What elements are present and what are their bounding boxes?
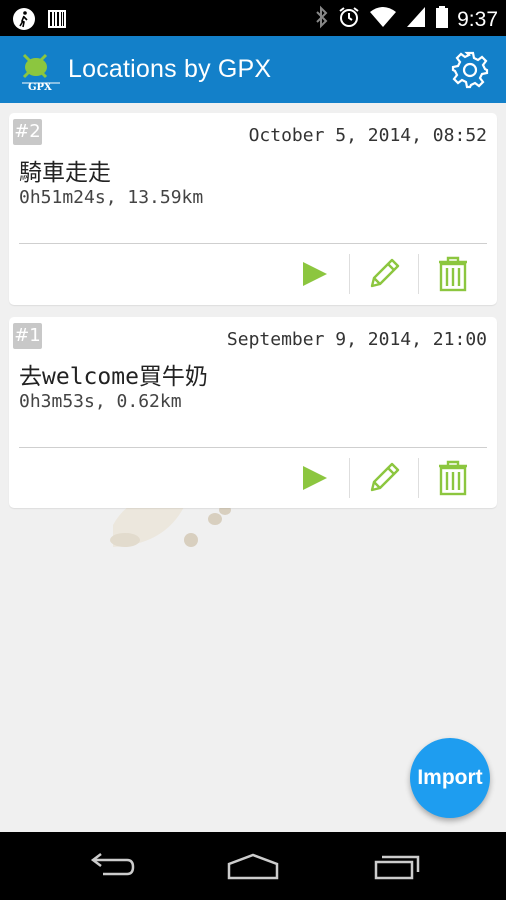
card-divider xyxy=(19,447,487,448)
play-button[interactable] xyxy=(281,456,349,500)
app-logo: GPX xyxy=(16,49,60,93)
track-number-badge: #2 xyxy=(13,119,42,145)
import-button[interactable]: Import xyxy=(410,738,490,818)
track-actions xyxy=(281,453,487,503)
track-card[interactable]: #1 September 9, 2014, 21:00 去welcome買牛奶 … xyxy=(9,317,497,508)
track-title: 去welcome買牛奶 xyxy=(19,364,208,390)
clock: 9:37 xyxy=(457,7,498,31)
play-button[interactable] xyxy=(281,252,349,296)
battery-icon xyxy=(435,5,449,34)
home-icon xyxy=(227,853,279,880)
track-date: October 5, 2014, 08:52 xyxy=(248,125,487,146)
play-icon xyxy=(303,466,327,490)
gear-icon xyxy=(451,51,489,89)
svg-text:GPX: GPX xyxy=(28,82,52,91)
back-icon xyxy=(90,853,135,876)
track-actions xyxy=(281,249,487,299)
play-icon xyxy=(303,262,327,286)
back-button[interactable] xyxy=(82,850,142,884)
pencil-icon xyxy=(370,462,400,492)
pencil-icon xyxy=(370,258,400,288)
card-divider xyxy=(19,243,487,244)
action-bar: GPX Locations by GPX xyxy=(0,36,506,103)
trash-icon xyxy=(439,256,467,292)
recents-button[interactable] xyxy=(365,850,425,884)
trash-icon xyxy=(439,460,467,496)
track-title: 騎車走走 xyxy=(19,160,111,186)
recents-icon xyxy=(374,855,420,880)
navigation-bar xyxy=(0,832,506,900)
track-date: September 9, 2014, 21:00 xyxy=(226,329,487,350)
edit-button[interactable] xyxy=(350,456,418,500)
track-card[interactable]: #2 October 5, 2014, 08:52 騎車走走 0h51m24s,… xyxy=(9,113,497,305)
walking-notification-icon xyxy=(12,7,36,36)
track-summary: 0h51m24s, 13.59km xyxy=(19,187,204,208)
edit-button[interactable] xyxy=(350,252,418,296)
signal-icon xyxy=(405,5,427,34)
track-summary: 0h3m53s, 0.62km xyxy=(19,391,182,412)
bluetooth-icon xyxy=(315,5,329,34)
delete-button[interactable] xyxy=(419,252,487,296)
status-bar: 9:37 xyxy=(0,0,506,36)
delete-button[interactable] xyxy=(419,456,487,500)
app-title: Locations by GPX xyxy=(68,55,272,83)
settings-button[interactable] xyxy=(450,50,490,90)
track-number-badge: #1 xyxy=(13,323,42,349)
wifi-icon xyxy=(369,5,397,34)
barcode-notification-icon xyxy=(46,8,68,35)
alarm-icon xyxy=(337,5,361,34)
home-button[interactable] xyxy=(223,850,283,884)
